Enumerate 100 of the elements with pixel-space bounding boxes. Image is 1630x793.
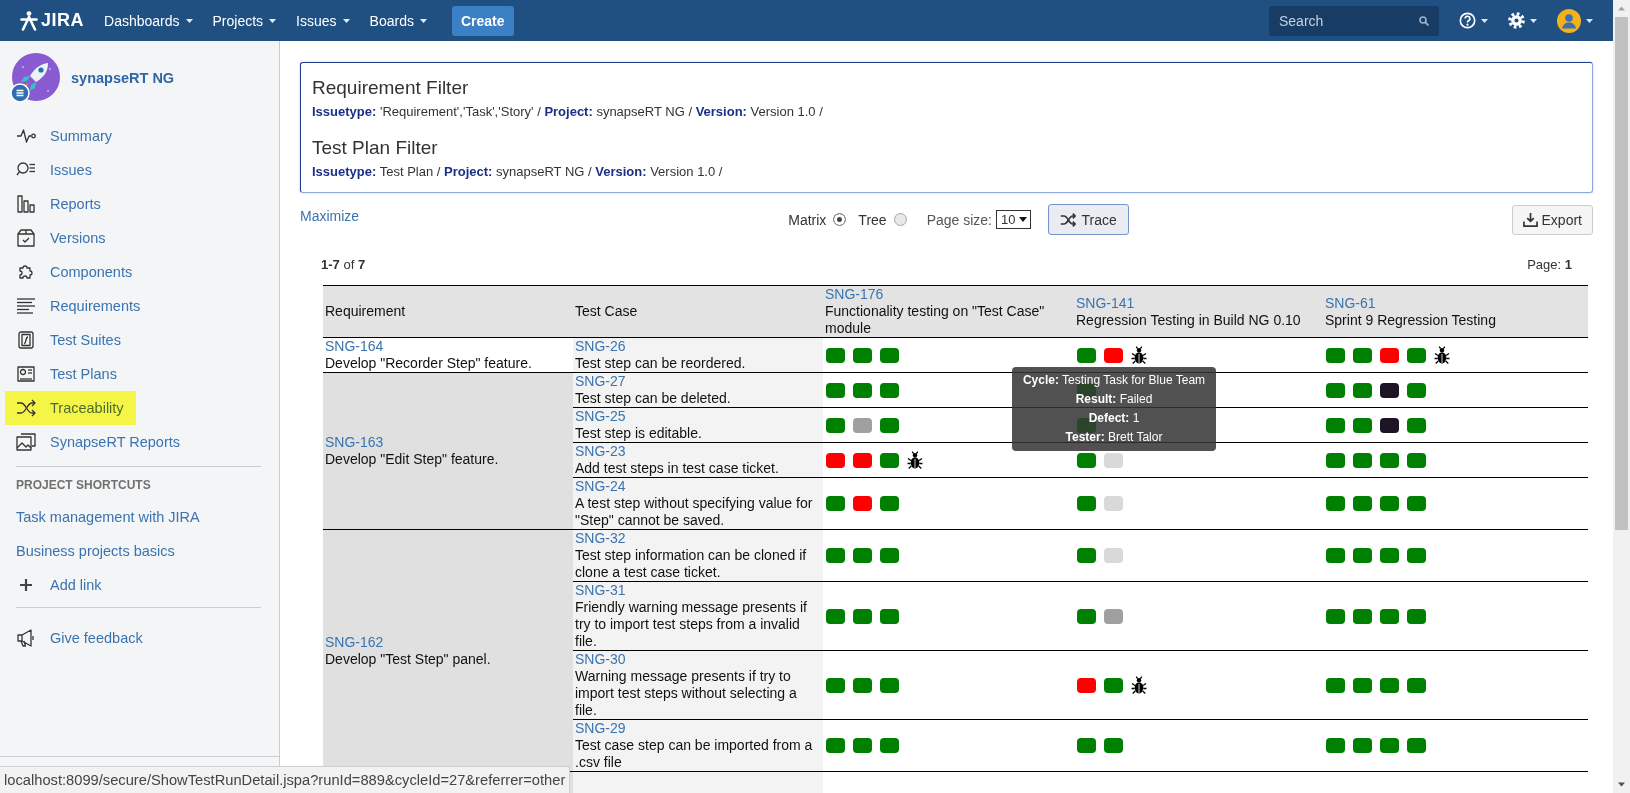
section-heading: PROJECT SHORTCUTS	[16, 477, 152, 493]
sidebar-item[interactable]: Test Suites	[5, 323, 133, 357]
issue-link[interactable]: SNG-162	[325, 633, 384, 651]
issue-link[interactable]: SNG-61	[1325, 294, 1376, 312]
issue-link[interactable]: SNG-31	[575, 582, 626, 599]
test-case-summary: Friendly warning message presents if try to import test steps from a invalid file.	[575, 599, 808, 650]
view-option-label[interactable]: Tree	[858, 211, 887, 228]
sidebar-item[interactable]: Reports	[5, 187, 113, 221]
issue-link[interactable]: SNG-27	[575, 373, 626, 390]
shuffle-icon	[1060, 211, 1077, 228]
tooltip-line: Cycle: Testing Task for Blue Team	[1022, 372, 1206, 389]
logo-text[interactable]: JIRA	[41, 10, 84, 31]
page-indicator: Page: 1	[1527, 256, 1572, 274]
sidebar-item[interactable]: Versions	[5, 221, 118, 255]
issue-link[interactable]: SNG-25	[575, 408, 626, 425]
nav-menu[interactable]: Dashboards	[94, 0, 203, 41]
issue-link[interactable]: SNG-176	[825, 286, 884, 303]
status-bar-url: localhost:8099/secure/ShowTestRunDetail.jspa?runId=889&cycleId=27&referrer=other	[0, 766, 571, 793]
maximize-link[interactable]: Maximize	[300, 204, 360, 224]
page-size-select[interactable]: 10	[996, 210, 1032, 229]
feedback-link[interactable]: Give feedback	[5, 621, 155, 655]
sidebar-item[interactable]: Test Plans	[5, 357, 129, 391]
caret-icon	[1019, 217, 1028, 222]
rocket-avatar-icon[interactable]	[10, 53, 60, 103]
nav-menu[interactable]: Projects	[202, 0, 287, 41]
megaphone-icon	[16, 628, 36, 648]
caret-icon[interactable]	[1481, 18, 1488, 23]
test-case-summary: Warning message presents if try to import test steps without selecting a file.	[575, 668, 798, 719]
test-case-summary: Add test steps in test case ticket.	[575, 460, 780, 477]
bug-icon[interactable]	[907, 451, 923, 469]
images-icon	[16, 432, 36, 452]
bug-icon[interactable]	[1434, 346, 1450, 364]
tooltip-line: Result: Failed	[1075, 391, 1153, 408]
issue-link[interactable]: SNG-29	[575, 720, 626, 737]
shortcut-link[interactable]: Business projects basics	[0, 534, 175, 568]
help-icon[interactable]	[1459, 12, 1476, 29]
test-case-summary: Test step is editable.	[575, 425, 703, 442]
gear-icon[interactable]	[1508, 12, 1525, 29]
caret-icon	[419, 18, 427, 23]
create-button[interactable]: Create	[451, 5, 514, 36]
bug-icon[interactable]	[1131, 676, 1147, 694]
scrollbar-thumb[interactable]	[1615, 17, 1628, 530]
filter-title: Requirement Filter	[312, 77, 470, 99]
search-icon[interactable]	[1419, 15, 1429, 26]
caret-icon	[342, 18, 350, 23]
trace-button[interactable]: Trace	[1048, 204, 1129, 235]
test-run-status-icon[interactable]	[1380, 382, 1399, 398]
filter-criteria: Issuetype: Test Plan / Project: synapseRT NG / Version: Version 1.0 /	[312, 163, 724, 180]
sidebar-item[interactable]: Summary	[5, 119, 125, 153]
radio-button[interactable]	[893, 213, 907, 226]
document-icon	[16, 330, 36, 350]
radio-button[interactable]	[833, 213, 847, 226]
bar-chart-icon	[16, 194, 36, 214]
id-card-icon	[16, 364, 36, 384]
test-run-status-icon[interactable]	[1380, 417, 1399, 433]
issue-link[interactable]: SNG-30	[575, 651, 626, 668]
result-range: 1-7 of 7	[321, 256, 366, 274]
column-header: Test Case	[573, 285, 823, 338]
user-avatar-icon[interactable]	[1557, 8, 1581, 33]
test-case-summary: A test step without specifying value for "Step" cannot be saved.	[575, 495, 814, 529]
text-lines-icon	[16, 296, 36, 316]
issue-link[interactable]: SNG-26	[575, 338, 626, 355]
issue-link[interactable]: SNG-163	[325, 434, 384, 451]
requirement-summary: Develop "Edit Step" feature.	[325, 451, 500, 468]
sidebar-item[interactable]: Traceability	[5, 391, 136, 425]
sidebar-item[interactable]: Requirements	[5, 289, 153, 323]
column-title: Sprint 9 Regression Testing	[1325, 311, 1497, 329]
tooltip-line: Defect: 1	[1088, 410, 1140, 427]
filter-title: Test Plan Filter	[312, 137, 439, 159]
bug-icon[interactable]	[1131, 346, 1147, 364]
project-name[interactable]: synapseRT NG	[71, 70, 175, 86]
filter-criteria: Issuetype: 'Requirement','Task','Story' / Project: synapseRT NG / Version: Version 1.0 /	[312, 103, 824, 120]
view-option-label[interactable]: Matrix	[788, 211, 827, 228]
add-link[interactable]: Add link	[5, 568, 114, 602]
issue-link[interactable]: SNG-32	[575, 530, 626, 547]
caret-icon	[185, 18, 193, 23]
issue-link[interactable]: SNG-23	[575, 443, 626, 460]
shortcut-link[interactable]: Task management with JIRA	[0, 500, 200, 534]
test-case-summary: Test step can be deleted.	[575, 390, 732, 407]
caret-icon[interactable]	[1586, 18, 1593, 23]
issue-link[interactable]: SNG-164	[325, 338, 384, 355]
test-case-summary: Test step can be reordered.	[575, 355, 747, 372]
logo-icon[interactable]	[20, 10, 38, 31]
test-case-summary: Test step information can be cloned if clone a test case ticket.	[575, 547, 808, 581]
caret-icon[interactable]	[1530, 18, 1537, 23]
issue-link[interactable]: SNG-24	[575, 478, 626, 495]
nav-menu[interactable]: Boards	[359, 0, 437, 41]
sidebar-item[interactable]: Components	[5, 255, 145, 289]
issue-link[interactable]: SNG-141	[1076, 294, 1135, 312]
sidebar-item[interactable]: Issues	[5, 153, 104, 187]
caret-icon	[269, 18, 277, 23]
page-size-label: Page size:	[926, 211, 992, 228]
column-title: Regression Testing in Build NG 0.10	[1076, 311, 1302, 329]
export-button[interactable]: Export	[1511, 204, 1593, 235]
shuffle-icon	[16, 398, 36, 418]
search-field[interactable]: Search	[1269, 5, 1439, 36]
sidebar-item[interactable]: SynapseRT Reports	[5, 425, 193, 459]
box-check-icon	[16, 228, 36, 248]
requirement-summary: Develop "Recorder Step" feature.	[325, 355, 533, 372]
nav-menu[interactable]: Issues	[286, 0, 360, 41]
